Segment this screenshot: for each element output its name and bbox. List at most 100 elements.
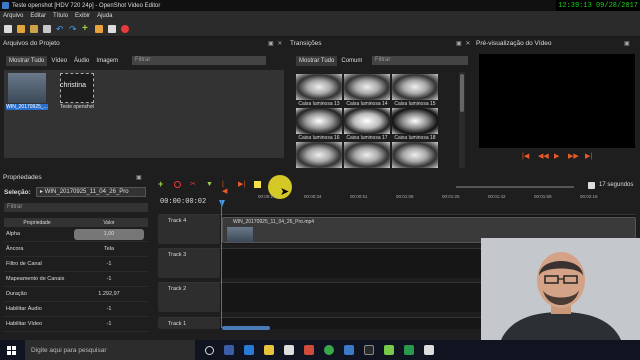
scrollbar-thumb[interactable] — [460, 74, 464, 112]
center-playhead-icon[interactable] — [254, 180, 261, 188]
file-item[interactable]: WIN_20170925_... — [6, 73, 48, 110]
transition-item[interactable]: Caixa luminosa 15 — [392, 74, 438, 107]
menu-ajuda[interactable]: Ajuda — [97, 13, 112, 19]
tab-transitions-common[interactable]: Comum — [338, 56, 365, 66]
preview-panel-title: Pré-visualização do Vídeo — [476, 40, 552, 47]
zoom-slider[interactable] — [456, 186, 574, 188]
camtasia-icon[interactable] — [384, 345, 394, 355]
preview-panel-controls[interactable]: ▣ — [624, 40, 631, 47]
export-video-icon[interactable] — [121, 24, 129, 33]
explorer-icon[interactable] — [264, 345, 274, 355]
tab-video[interactable]: Vídeo — [48, 56, 70, 66]
property-value[interactable]: -1 — [74, 274, 144, 285]
property-value[interactable]: -1 — [74, 319, 144, 330]
jump-start-icon[interactable]: |◀ — [522, 152, 529, 160]
app-icon[interactable] — [424, 345, 434, 355]
property-value[interactable]: Tela — [74, 244, 144, 255]
fast-forward-icon[interactable]: ▶▶ — [568, 152, 579, 160]
jump-end-icon[interactable]: ▶| — [585, 152, 592, 160]
transition-item[interactable]: Caixa luminosa 13 — [296, 74, 342, 107]
openshot-icon[interactable] — [364, 345, 374, 355]
add-marker-icon[interactable]: ▼ — [206, 181, 213, 188]
property-row[interactable]: Duração 1.292,97 — [4, 287, 148, 302]
transition-item[interactable]: Caixa luminosa 17 — [344, 108, 390, 141]
cortana-mic-icon[interactable] — [205, 345, 214, 355]
property-value[interactable]: 1,00 — [74, 228, 144, 240]
edge-icon[interactable] — [244, 345, 254, 355]
video-preview[interactable] — [479, 54, 635, 148]
redo-icon[interactable]: ↷ — [69, 24, 77, 33]
track-header[interactable]: Track 1 — [158, 318, 220, 329]
zoom-checkbox[interactable] — [588, 182, 595, 189]
add-track-icon[interactable]: + — [82, 23, 90, 33]
menu-editar[interactable]: Editar — [30, 13, 46, 19]
property-row[interactable]: Filtro de Canal -1 — [4, 257, 148, 272]
transition-thumbnail — [344, 142, 390, 168]
transition-item[interactable]: Caixa luminosa 16 — [296, 108, 342, 141]
add-track-icon[interactable]: + — [158, 179, 165, 188]
import-files-icon[interactable] — [43, 24, 51, 33]
play-icon[interactable]: ▶ — [554, 152, 559, 160]
property-row[interactable]: Habilitar Áudio -1 — [4, 302, 148, 317]
properties-panel-controls[interactable]: ▣ — [136, 174, 143, 181]
app-icon[interactable] — [304, 345, 314, 355]
timecode-display: 00:00:00:02 — [160, 198, 207, 206]
undo-icon[interactable]: ↶ — [56, 24, 64, 33]
properties-header: Propriedade Valor — [4, 218, 148, 227]
razor-icon[interactable]: ✂ — [190, 181, 197, 188]
transition-thumbnail — [344, 108, 390, 134]
property-value[interactable]: -1 — [74, 259, 144, 270]
transition-item[interactable] — [344, 142, 390, 168]
app-icon[interactable] — [344, 345, 354, 355]
tab-show-all[interactable]: Mostrar Tudo — [6, 56, 48, 66]
transition-item[interactable]: Caixa luminosa 14 — [344, 74, 390, 107]
menu-titulo[interactable]: Título — [53, 13, 68, 19]
store-icon[interactable] — [284, 345, 294, 355]
selection-value: WIN_20170925_11_04_26_Pro — [44, 189, 129, 195]
excel-icon[interactable] — [404, 345, 414, 355]
snap-icon[interactable] — [174, 180, 181, 188]
track-header[interactable]: Track 2 — [158, 283, 220, 312]
tab-audio[interactable]: Áudio — [71, 56, 92, 66]
next-marker-icon[interactable]: ▶| — [238, 181, 245, 188]
transition-item[interactable] — [296, 142, 342, 168]
previous-marker-icon[interactable]: |◀ — [222, 181, 229, 195]
property-row[interactable]: Âncora Tela — [4, 242, 148, 257]
property-row[interactable]: Alpha 1,00 — [4, 227, 148, 242]
track-name: Track 4 — [168, 218, 187, 224]
tab-image[interactable]: Imagem — [93, 56, 121, 66]
transition-thumbnail — [392, 142, 438, 168]
property-value[interactable]: 1.292,97 — [74, 289, 144, 300]
property-value[interactable]: -1 — [74, 304, 144, 315]
chrome-icon[interactable] — [324, 345, 334, 355]
transitions-scrollbar[interactable] — [459, 72, 465, 168]
timeline-scrollbar[interactable] — [222, 326, 270, 330]
open-project-icon[interactable] — [17, 24, 25, 33]
task-view-icon[interactable] — [224, 345, 234, 355]
file-item[interactable]: Teste openshot — [52, 73, 102, 110]
transitions-filter-input[interactable]: Filtrar — [372, 56, 468, 65]
files-panel-controls[interactable]: ▣ ✕ — [268, 40, 283, 47]
selection-dropdown[interactable]: ▸ WIN_20170925_11_04_26_Pro — [36, 187, 146, 197]
transitions-panel-controls[interactable]: ▣ ✕ — [456, 40, 471, 47]
timeline-ruler[interactable]: 00:00:17 00:00:34 00:00:51 00:01:08 00:0… — [222, 194, 636, 210]
menu-arquivo[interactable]: Arquivo — [3, 13, 23, 19]
new-project-icon[interactable] — [4, 24, 12, 33]
taskbar-search-input[interactable]: Digite aqui para pesquisar — [25, 340, 195, 360]
menu-exibir[interactable]: Exibir — [75, 13, 90, 19]
fullscreen-icon[interactable] — [108, 24, 116, 33]
save-project-icon[interactable] — [30, 24, 38, 33]
transition-item[interactable]: Caixa luminosa 18 — [392, 108, 438, 141]
windows-start-icon[interactable] — [7, 345, 16, 355]
profile-icon[interactable] — [95, 24, 103, 33]
properties-filter-input[interactable]: Filtrar — [4, 203, 148, 212]
track-header[interactable]: Track 4 — [158, 215, 220, 244]
rewind-icon[interactable]: ◀◀ — [538, 152, 549, 160]
tab-transitions-all[interactable]: Mostrar Tudo — [296, 56, 338, 66]
property-row[interactable]: Mapeamento de Canais -1 — [4, 272, 148, 287]
property-row[interactable]: Habilitar Vídeo -1 — [4, 317, 148, 332]
transition-item[interactable] — [392, 142, 438, 168]
ruler-tick: 00:00:17 — [258, 194, 276, 199]
track-header[interactable]: Track 3 — [158, 249, 220, 278]
files-filter-input[interactable]: Filtrar — [132, 56, 266, 65]
